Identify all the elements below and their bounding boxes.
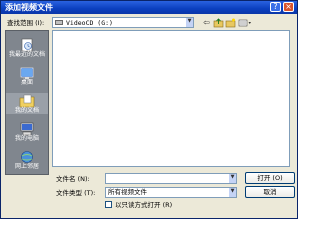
readonly-label[interactable]: 以只读方式打开 (R): [115, 201, 172, 209]
filetype-label: 文件类型 (T):: [56, 189, 96, 197]
sidebar-item-label: 桌面: [20, 79, 33, 86]
recent-docs-icon: [19, 37, 35, 52]
filename-field[interactable]: ▼: [105, 173, 237, 184]
readonly-checkbox[interactable]: [105, 201, 112, 208]
chevron-down-icon[interactable]: ▼: [229, 174, 236, 183]
my-computer-icon: [19, 121, 35, 136]
cancel-button[interactable]: 取消: [245, 186, 295, 198]
new-folder-icon[interactable]: [225, 18, 236, 28]
view-menu-icon[interactable]: [238, 18, 252, 28]
sidebar-item-my-computer[interactable]: 我的电脑: [6, 121, 48, 142]
close-button[interactable]: ×: [283, 2, 294, 12]
filetype-dropdown[interactable]: 所有视频文件 ▼: [105, 187, 237, 198]
back-icon[interactable]: ⇦: [201, 18, 212, 28]
sidebar-item-label: 我的电脑: [14, 135, 39, 142]
drive-icon: [55, 20, 63, 25]
sidebar-item-label: 网上邻居: [14, 163, 39, 170]
look-in-dropdown[interactable]: VideoCD (G:) ▼: [52, 17, 194, 28]
my-documents-icon: [19, 93, 35, 108]
look-in-label: 查找范围 (I):: [7, 19, 45, 27]
filetype-value: 所有视频文件: [108, 188, 147, 196]
dialog-title: 添加视频文件: [5, 3, 53, 12]
title-bar[interactable]: 添加视频文件 ? ×: [1, 1, 297, 14]
open-file-dialog: 添加视频文件 ? × 查找范围 (I): VideoCD (G:) ▼ ⇦ 我最…: [0, 0, 298, 219]
sidebar-item-network[interactable]: 网上邻居: [6, 149, 48, 170]
desktop-icon: [19, 65, 35, 79]
filename-label: 文件名 (N):: [56, 175, 90, 183]
sidebar-item-label: 我最近的文档: [8, 51, 45, 58]
help-button[interactable]: ?: [270, 2, 281, 12]
open-button[interactable]: 打开 (O): [245, 172, 295, 184]
sidebar-item-my-documents[interactable]: 我的文档: [6, 93, 48, 114]
chevron-down-icon[interactable]: ▼: [186, 18, 193, 27]
chevron-down-icon[interactable]: ▼: [229, 188, 236, 197]
sidebar-item-label: 我的文档: [14, 107, 39, 114]
sidebar-item-desktop[interactable]: 桌面: [6, 65, 48, 86]
look-in-value: VideoCD (G:): [66, 19, 113, 27]
sidebar-item-recent[interactable]: 我最近的文档: [6, 37, 48, 58]
up-folder-icon[interactable]: [213, 18, 224, 28]
network-places-icon: [19, 149, 35, 163]
file-list[interactable]: [52, 30, 290, 167]
places-sidebar: 我最近的文档 桌面 我的文档 我的电脑 网上邻居: [5, 30, 49, 175]
